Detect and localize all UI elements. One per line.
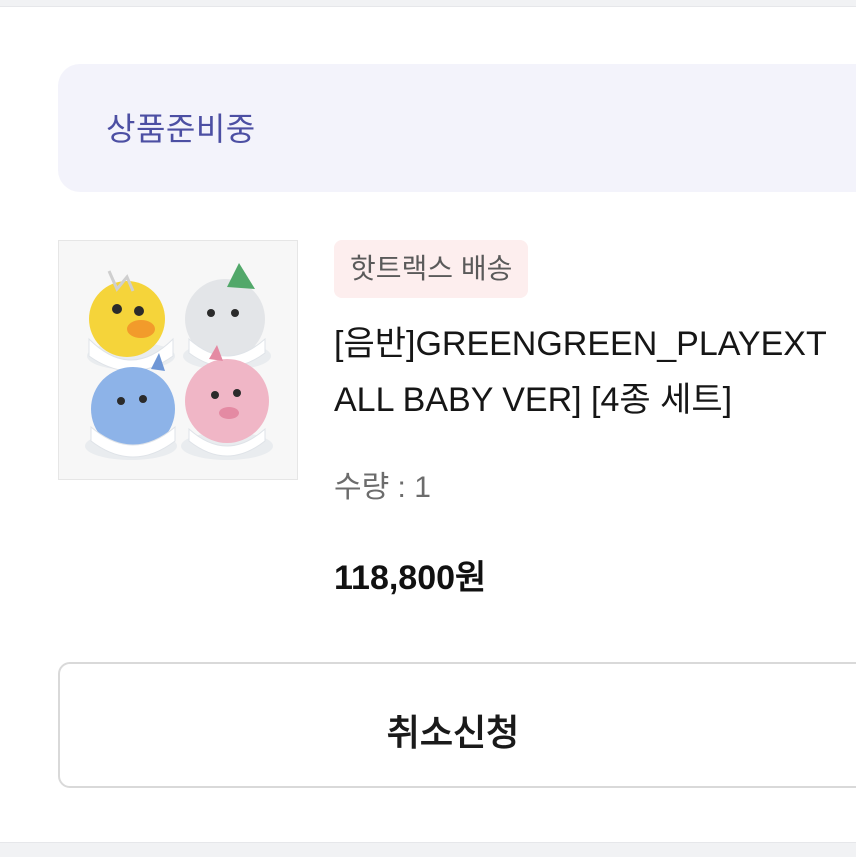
order-status-text: 상품준비중 [106, 111, 256, 147]
shipping-badge: 핫트랙스 배송 [334, 240, 529, 298]
cancel-request-label: 취소신청 [386, 712, 520, 753]
product-quantity: 수량 : 1 [334, 471, 431, 504]
product-title-line-1: [음반]GREENGREEN_PLAYEXT [334, 325, 827, 363]
product-thumbnail[interactable] [58, 240, 298, 480]
cancel-request-button[interactable]: 취소신청 [58, 662, 856, 788]
product-price: 118,800원 [334, 559, 487, 597]
plush-toys-image [59, 241, 297, 479]
product-title-line-2: ALL BABY VER] [4종 세트] [334, 381, 733, 419]
order-status-banner: 상품준비중 [58, 64, 856, 192]
product-title[interactable]: [음반]GREENGREEN_PLAYEXT ALL BABY VER] [4종… [334, 316, 856, 428]
top-divider [0, 0, 856, 7]
bottom-divider [0, 842, 856, 857]
